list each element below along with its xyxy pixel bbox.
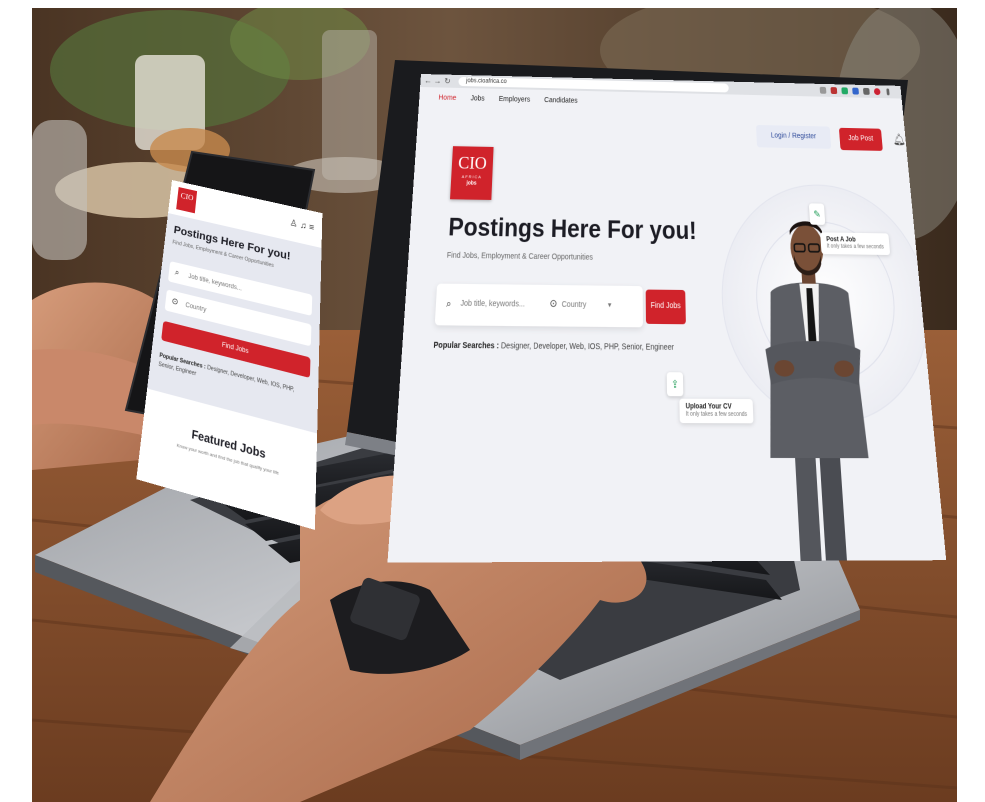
post-job-card[interactable]: Post A Job It only takes a few seconds xyxy=(820,232,891,256)
phone-header-icons: ♙ ♫ ≡ xyxy=(290,217,315,233)
keyword-input[interactable]: Job title, keywords... xyxy=(460,300,525,309)
reload-icon[interactable]: ↻ xyxy=(444,77,451,86)
hero-title: Postings Here For you! xyxy=(447,212,697,245)
location-pin-icon: ⊙ xyxy=(549,297,558,310)
browser-menu-icon[interactable] xyxy=(886,88,890,96)
phone-country-placeholder: Country xyxy=(185,302,207,314)
extension-icon[interactable] xyxy=(852,87,859,95)
extension-icon[interactable] xyxy=(830,87,838,95)
site-nav: Home Jobs Employers Candidates xyxy=(438,94,589,105)
post-job-card-desc: It only takes a few seconds xyxy=(826,243,885,251)
nav-jobs[interactable]: Jobs xyxy=(470,95,484,102)
country-select[interactable]: Country xyxy=(562,301,587,309)
popular-searches-label: Popular Searches : xyxy=(433,341,500,351)
logo-sub: jobs xyxy=(466,180,477,187)
extension-icon[interactable] xyxy=(862,87,870,95)
bell-icon[interactable]: ♫ xyxy=(300,220,307,231)
phone-logo[interactable]: CIO xyxy=(176,187,198,214)
scene: ← → ↻ jobs.cioafrica.co Home Jobs Employ… xyxy=(0,0,985,802)
extension-icon[interactable] xyxy=(841,87,849,95)
user-icon[interactable]: ♙ xyxy=(290,217,298,228)
popular-searches-terms[interactable]: Designer, Developer, Web, IOS, PHP, Seni… xyxy=(501,342,674,352)
upload-cv-card-desc: It only takes a few seconds xyxy=(685,410,748,419)
site-logo[interactable]: CIO AFRICA jobs xyxy=(450,146,494,200)
login-register-button[interactable]: Login / Register xyxy=(756,124,832,149)
post-job-icon: ✎ xyxy=(808,203,826,225)
search-icon: ⌕ xyxy=(174,267,180,278)
logo-mark: CIO xyxy=(457,152,488,174)
extension-icon[interactable] xyxy=(819,86,827,94)
profile-avatar-icon[interactable] xyxy=(873,88,881,96)
laptop-screen: ← → ↻ jobs.cioafrica.co Home Jobs Employ… xyxy=(387,74,947,563)
nav-employers[interactable]: Employers xyxy=(499,96,531,104)
upload-cv-card[interactable]: Upload Your CV It only takes a few secon… xyxy=(679,398,754,424)
search-bar: ⌕ Job title, keywords... ⊙ Country ▾ xyxy=(434,283,643,328)
forward-arrow-icon[interactable]: → xyxy=(434,76,442,85)
upload-cv-icon: ⇪ xyxy=(666,372,684,397)
phone-keyword-placeholder: Job title, keywords... xyxy=(188,273,242,293)
nav-candidates[interactable]: Candidates xyxy=(544,97,577,105)
menu-icon[interactable]: ≡ xyxy=(309,222,314,233)
hero-subtitle: Find Jobs, Employment & Career Opportuni… xyxy=(446,252,593,262)
job-post-button[interactable]: Job Post xyxy=(838,127,883,151)
find-jobs-button[interactable]: Find Jobs xyxy=(645,289,686,325)
back-arrow-icon[interactable]: ← xyxy=(424,76,432,85)
chevron-down-icon: ▾ xyxy=(607,301,612,310)
bell-icon[interactable]: 🔔︎ xyxy=(892,133,906,146)
nav-home[interactable]: Home xyxy=(438,94,456,101)
popular-searches: Popular Searches : Designer, Developer, … xyxy=(433,342,674,352)
search-icon: ⌕ xyxy=(445,297,452,310)
location-pin-icon: ⊙ xyxy=(171,295,179,307)
